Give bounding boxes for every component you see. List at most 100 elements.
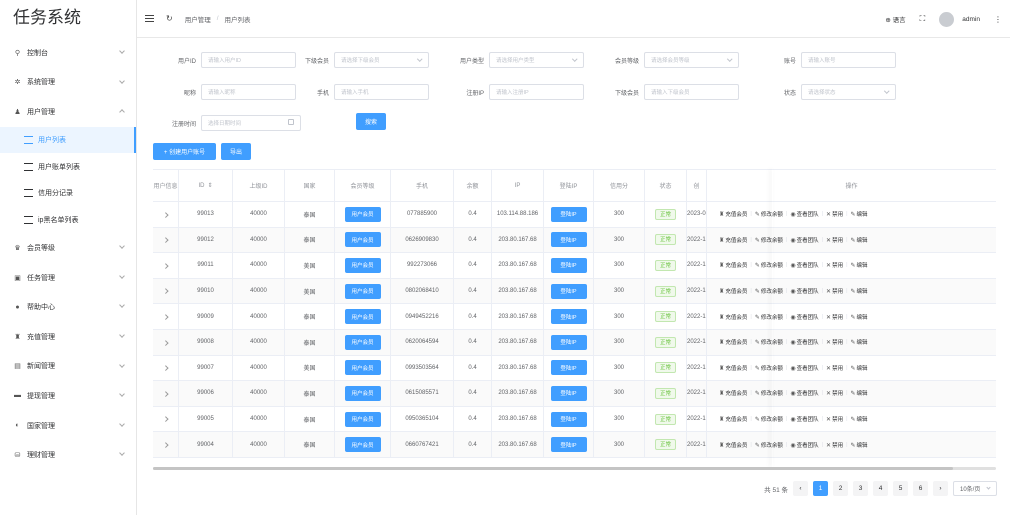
sidebar-item[interactable]: ♜ 充值管理 — [0, 322, 136, 352]
level-button[interactable]: 用户会员 — [344, 360, 381, 376]
login-ip-button[interactable]: 登陆IP — [550, 206, 587, 222]
action-recharge-member-link[interactable]: ♜充值会员 — [719, 441, 747, 449]
action-edit-balance-link[interactable]: ✎修改余额 — [755, 236, 783, 244]
expand-cell[interactable] — [153, 253, 179, 278]
action-edit-balance-link[interactable]: ✎修改余额 — [755, 441, 783, 449]
action-edit-link[interactable]: ✎编辑 — [851, 441, 868, 449]
sidebar-item[interactable]: ⚲ 控制台 — [0, 38, 136, 68]
page-button[interactable]: 6 — [913, 481, 928, 496]
page-button[interactable]: 5 — [893, 481, 908, 496]
action-edit-balance-link[interactable]: ✎修改余额 — [755, 287, 783, 295]
action-view-team-link[interactable]: ◉查看团队 — [790, 313, 818, 321]
action-edit-link[interactable]: ✎编辑 — [851, 389, 868, 397]
expand-icon[interactable] — [163, 211, 168, 217]
filter-select[interactable]: 请选择会员等级 — [644, 52, 739, 68]
login-ip-button[interactable]: 登陆IP — [550, 411, 587, 427]
action-view-team-link[interactable]: ◉查看团队 — [790, 236, 818, 244]
level-button[interactable]: 用户会员 — [344, 411, 381, 427]
sidebar-item[interactable]: ▣ 任务管理 — [0, 263, 136, 293]
action-edit-balance-link[interactable]: ✎修改余额 — [755, 313, 783, 321]
action-edit-link[interactable]: ✎编辑 — [851, 364, 868, 372]
export-button[interactable]: 导出 — [221, 143, 251, 160]
filter-input[interactable]: 请输入注册IP — [489, 84, 584, 100]
action-edit-balance-link[interactable]: ✎修改余额 — [755, 415, 783, 423]
action-edit-link[interactable]: ✎编辑 — [851, 261, 868, 269]
breadcrumb-item[interactable]: 用户管理 — [185, 14, 211, 24]
filter-select[interactable]: 请选择下级会员 — [334, 52, 429, 68]
sort-icon[interactable]: ⇕ — [207, 182, 212, 189]
sidebar-item[interactable]: ✲ 系统管理 — [0, 68, 136, 98]
action-view-team-link[interactable]: ◉查看团队 — [790, 389, 818, 397]
sidebar-item[interactable]: ● 帮助中心 — [0, 292, 136, 322]
filter-input[interactable]: 请输入手机 — [334, 84, 429, 100]
login-ip-button[interactable]: 登陆IP — [550, 232, 587, 248]
sidebar-item[interactable]: ♛ 会员等级 — [0, 233, 136, 263]
sidebar-item[interactable]: ◐ 国家管理 — [0, 411, 136, 441]
action-recharge-member-link[interactable]: ♜充值会员 — [719, 415, 747, 423]
action-disable-link[interactable]: ✕禁用 — [826, 236, 843, 244]
level-button[interactable]: 用户会员 — [344, 309, 381, 325]
action-edit-balance-link[interactable]: ✎修改余额 — [755, 210, 783, 218]
login-ip-button[interactable]: 登陆IP — [550, 334, 587, 350]
action-recharge-member-link[interactable]: ♜充值会员 — [719, 261, 747, 269]
action-view-team-link[interactable]: ◉查看团队 — [790, 441, 818, 449]
prev-page-button[interactable]: ‹ — [793, 481, 808, 496]
level-button[interactable]: 用户会员 — [344, 385, 381, 401]
action-edit-link[interactable]: ✎编辑 — [851, 338, 868, 346]
page-button[interactable]: 4 — [873, 481, 888, 496]
filter-input[interactable]: 请输入账号 — [801, 52, 896, 68]
level-button[interactable]: 用户会员 — [344, 437, 381, 453]
language-switch[interactable]: ⊕ 语言 — [885, 14, 905, 24]
username[interactable]: admin — [962, 16, 980, 23]
expand-cell[interactable] — [153, 381, 179, 406]
level-button[interactable]: 用户会员 — [344, 334, 381, 350]
action-view-team-link[interactable]: ◉查看团队 — [790, 261, 818, 269]
action-disable-link[interactable]: ✕禁用 — [826, 389, 843, 397]
page-button[interactable]: 1 — [813, 481, 828, 496]
action-edit-link[interactable]: ✎编辑 — [851, 236, 868, 244]
login-ip-button[interactable]: 登陆IP — [550, 257, 587, 273]
expand-cell[interactable] — [153, 202, 179, 227]
expand-cell[interactable] — [153, 406, 179, 432]
expand-cell[interactable] — [153, 278, 179, 304]
expand-icon[interactable] — [163, 442, 168, 448]
login-ip-button[interactable]: 登陆IP — [550, 437, 587, 453]
sidebar-item[interactable]: ⛁ 理财管理 — [0, 440, 136, 470]
create-user-button[interactable]: + 创建用户账号 — [153, 143, 216, 160]
page-button[interactable]: 3 — [853, 481, 868, 496]
action-disable-link[interactable]: ✕禁用 — [826, 210, 843, 218]
fullscreen-icon[interactable]: ⛶ — [920, 14, 926, 24]
filter-select[interactable]: 请选择状态 — [801, 84, 896, 100]
action-edit-balance-link[interactable]: ✎修改余额 — [755, 364, 783, 372]
action-view-team-link[interactable]: ◉查看团队 — [790, 364, 818, 372]
login-ip-button[interactable]: 登陆IP — [550, 385, 587, 401]
sidebar-subitem[interactable]: ip黑名单列表 — [0, 207, 136, 234]
page-button[interactable]: 2 — [833, 481, 848, 496]
action-recharge-member-link[interactable]: ♜充值会员 — [719, 313, 747, 321]
scrollbar-thumb[interactable] — [153, 467, 953, 470]
action-disable-link[interactable]: ✕禁用 — [826, 364, 843, 372]
action-recharge-member-link[interactable]: ♜充值会员 — [719, 338, 747, 346]
expand-icon[interactable] — [163, 390, 168, 396]
sidebar-item[interactable]: ▬ 提现管理 — [0, 381, 136, 411]
sidebar-subitem[interactable]: 用户列表 — [0, 126, 136, 154]
action-view-team-link[interactable]: ◉查看团队 — [790, 338, 818, 346]
action-recharge-member-link[interactable]: ♜充值会员 — [719, 364, 747, 372]
expand-icon[interactable] — [163, 237, 168, 243]
more-icon[interactable]: ⋮ — [994, 15, 1002, 24]
action-disable-link[interactable]: ✕禁用 — [826, 415, 843, 423]
sidebar-item[interactable]: ♟ 用户管理 — [0, 97, 136, 127]
login-ip-button[interactable]: 登陆IP — [550, 309, 587, 325]
action-edit-balance-link[interactable]: ✎修改余额 — [755, 338, 783, 346]
action-edit-link[interactable]: ✎编辑 — [851, 210, 868, 218]
next-page-button[interactable]: › — [933, 481, 948, 496]
expand-icon[interactable] — [163, 416, 168, 422]
filter-input[interactable]: 请输入下级会员 — [644, 84, 739, 100]
action-edit-link[interactable]: ✎编辑 — [851, 313, 868, 321]
horizontal-scrollbar[interactable] — [153, 467, 996, 470]
action-disable-link[interactable]: ✕禁用 — [826, 313, 843, 321]
level-button[interactable]: 用户会员 — [344, 232, 381, 248]
date-input[interactable]: 选择日期时间 — [201, 115, 301, 131]
action-disable-link[interactable]: ✕禁用 — [826, 261, 843, 269]
action-edit-balance-link[interactable]: ✎修改余额 — [755, 261, 783, 269]
